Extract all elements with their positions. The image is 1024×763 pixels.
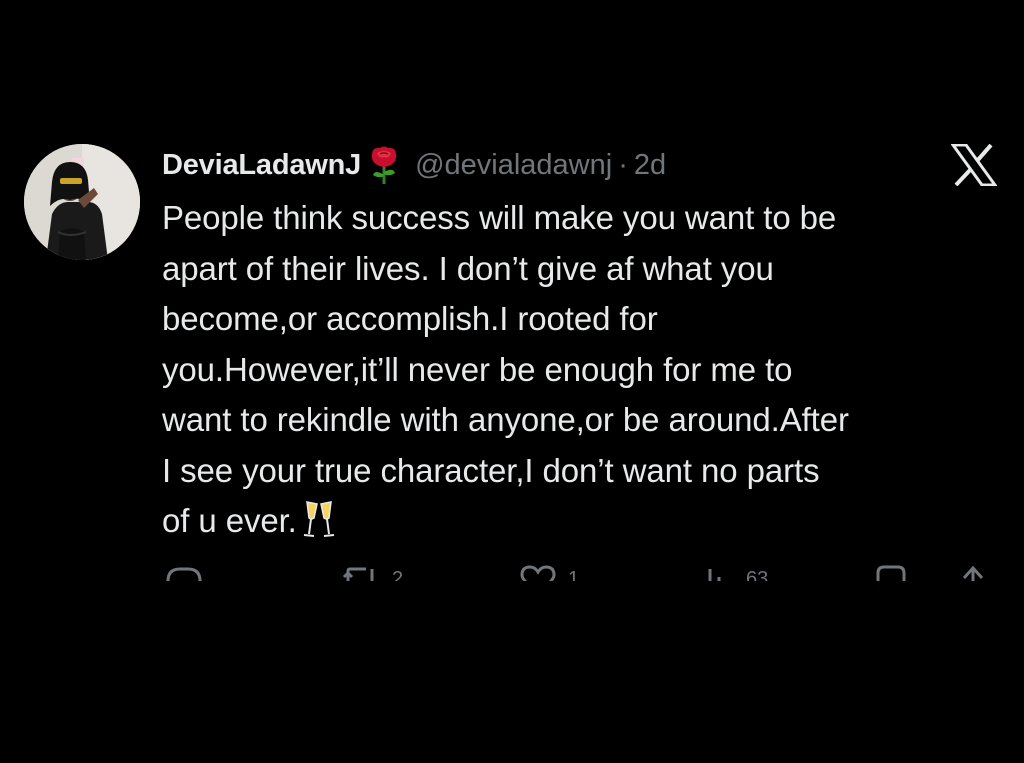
tweet-text-line: become,or accomplish.I rooted for [162,300,658,337]
action-bar: 2 1 63 [162,563,1002,581]
retweet-icon [342,567,374,581]
heart-icon [520,565,556,581]
views-icon [708,569,721,581]
bookmark-button[interactable] [874,563,908,581]
bookmark-icon [876,565,906,581]
display-name[interactable]: DeviaLadawnJ [162,149,361,182]
tweet: DeviaLadawnJ @devialadawnj · 2d People t… [0,0,1024,763]
avatar[interactable] [24,144,140,260]
share-icon [962,565,984,581]
timestamp[interactable]: 2d [634,149,666,182]
tweet-text-line: People think success will make you want … [162,199,837,236]
tweet-text-line-last: of u ever. [162,496,1012,547]
retweet-button[interactable]: 2 [338,563,403,581]
like-count: 1 [568,568,580,581]
tweet-header: DeviaLadawnJ @devialadawnj · 2d [162,143,666,187]
views-button[interactable]: 63 [702,563,768,581]
views-count: 63 [746,568,769,581]
champagne-glasses-icon [301,498,337,538]
reply-icon [166,567,202,581]
tweet-text-line: you.However,it’ll never be enough for me… [162,350,793,388]
tweet-text: People think success will make you want … [162,193,1012,547]
rose-icon [367,145,401,185]
tweet-text-line: I see your true character,I don’t want n… [162,451,820,489]
separator-dot: · [618,148,628,181]
like-button[interactable]: 1 [518,563,579,581]
user-handle[interactable]: @devialadawnj [415,149,612,182]
tweet-text-last-words: of u ever. [162,502,297,539]
share-button[interactable] [958,563,988,581]
x-logo-icon[interactable] [950,143,998,187]
tweet-text-line: want to rekindle with anyone,or be aroun… [162,401,849,438]
retweet-count: 2 [392,568,404,581]
tweet-text-line: apart of their lives. I don’t give af wh… [162,249,774,287]
reply-button[interactable] [164,563,204,581]
